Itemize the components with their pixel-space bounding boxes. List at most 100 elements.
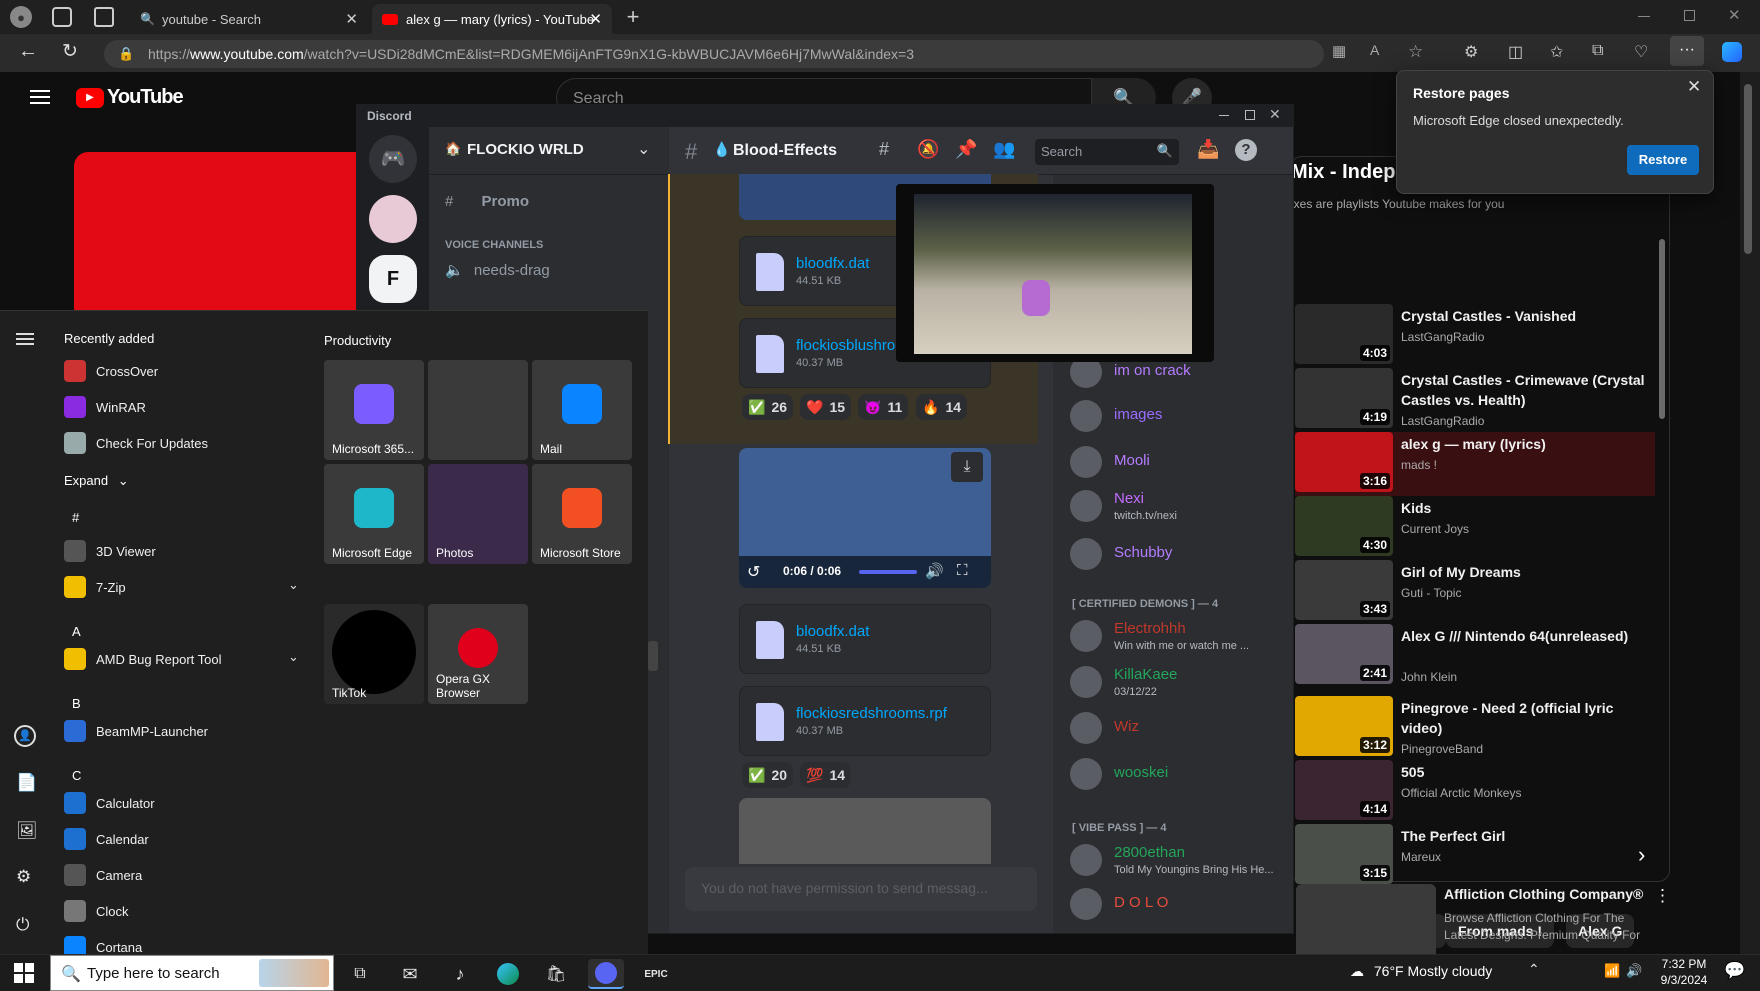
documents-icon[interactable]: 📄 [16, 773, 37, 793]
playlist-item[interactable]: 3:12 Pinegrove - Need 2 (official lyric v… [1295, 696, 1655, 760]
member-row[interactable]: KillaKaee 03/12/22 [1070, 662, 1290, 702]
member-row[interactable]: 2800ethan Told My Youngins Bring His He..… [1070, 840, 1290, 880]
reaction[interactable]: ❤️ 15 [800, 394, 852, 420]
start-tile[interactable]: TikTok [324, 604, 424, 704]
member-row[interactable]: Schubby [1070, 534, 1290, 574]
start-scrollbar[interactable] [648, 641, 658, 671]
member-row[interactable]: Mooli [1070, 442, 1290, 482]
video-thumbnail[interactable]: 4:03 [1295, 304, 1393, 364]
clock-time[interactable]: 7:32 PM [1654, 957, 1714, 971]
app-list-item[interactable]: AMD Bug Report Tool [64, 643, 222, 675]
video-thumbnail[interactable]: 3:12 [1295, 696, 1393, 756]
app-list-item[interactable]: Calculator [64, 787, 155, 819]
tab-youtube-search[interactable]: 🔍 youtube - Search ✕ [128, 4, 368, 34]
video-thumbnail[interactable]: 4:19 [1295, 368, 1393, 428]
video-title[interactable]: Crystal Castles - Crimewave (Crystal Cas… [1401, 370, 1655, 410]
threads-icon[interactable]: # [879, 139, 889, 160]
chevron-down-icon[interactable]: ⌄ [288, 649, 299, 665]
expand-button[interactable]: Expand ⌄ [64, 473, 129, 489]
letter-header[interactable]: A [72, 624, 81, 639]
file-attachment[interactable]: bloodfx.dat 44.51 KB [739, 604, 991, 674]
tray-chevron-icon[interactable]: ⌃ [1528, 961, 1540, 978]
video-title[interactable]: Kids [1401, 498, 1655, 518]
notifications-icon[interactable]: 💬 [1724, 961, 1745, 981]
new-tab-icon[interactable]: + [622, 4, 644, 29]
file-name[interactable]: bloodfx.dat [796, 623, 986, 640]
extensions-icon[interactable]: ⚙ [1464, 42, 1478, 62]
address-bar[interactable]: 🔒 https://www.youtube.com/watch?v=USDi28… [104, 40, 1324, 68]
page-scrollbar[interactable] [1744, 84, 1752, 254]
favorites-icon[interactable]: ✩ [1550, 42, 1563, 62]
reaction[interactable]: 😈 11 [858, 394, 909, 420]
playlist-item[interactable]: 3:43 Girl of My Dreams Guti - Topic [1295, 560, 1655, 624]
close-icon[interactable]: ✕ [1687, 77, 1701, 97]
profile-icon[interactable]: ● [10, 6, 32, 28]
video-attachment[interactable]: ⤓ ↺ 0:06 / 0:06 🔊 ⛶ [739, 448, 991, 588]
reaction[interactable]: ✅ 26 [742, 394, 794, 420]
tiktok-app-icon[interactable]: ♪ [442, 959, 478, 989]
mail-app-icon[interactable]: ✉ [392, 959, 428, 989]
network-icon[interactable]: 📶 [1604, 963, 1620, 979]
chevron-right-icon[interactable]: › [1638, 842, 1645, 868]
video-title[interactable]: alex g — mary (lyrics) [1401, 434, 1655, 454]
start-tile[interactable]: Microsoft Store [532, 464, 632, 564]
video-title[interactable]: Alex G /// Nintendo 64(unreleased) [1401, 626, 1655, 646]
close-window-icon[interactable]: ✕ [1728, 6, 1741, 24]
app-list-item[interactable]: 7-Zip [64, 571, 126, 603]
composer-input[interactable]: You do not have permission to send messa… [701, 880, 988, 896]
inbox-icon[interactable]: 📥 [1197, 139, 1219, 160]
app-available-icon[interactable]: ▦ [1332, 42, 1346, 60]
member-row[interactable]: Electrohhh Win with me or watch me ... [1070, 616, 1290, 656]
minimize-icon[interactable] [1638, 16, 1650, 17]
video-title[interactable]: Crystal Castles - Vanished [1401, 306, 1655, 326]
member-row[interactable]: Wiz [1070, 708, 1290, 748]
copilot-icon[interactable] [1722, 42, 1742, 62]
taskbar-search-box[interactable]: 🔍 Type here to search [50, 955, 334, 991]
maximize-icon[interactable] [1684, 10, 1695, 21]
close-icon[interactable]: ✕ [345, 10, 358, 28]
app-list-item[interactable]: CrossOver [64, 355, 158, 387]
collections-icon[interactable]: ⧉ [1592, 42, 1603, 60]
close-icon[interactable]: ✕ [589, 10, 602, 28]
pip-video-frame[interactable] [914, 194, 1192, 354]
channel-promo[interactable]: # Promo [445, 193, 529, 210]
message-composer[interactable]: You do not have permission to send messa… [685, 867, 1037, 911]
back-icon[interactable]: ← [18, 40, 38, 63]
discord-home-icon[interactable]: 🎮 [369, 135, 417, 183]
read-aloud-icon[interactable]: A [1370, 42, 1379, 58]
windows-start-icon[interactable] [14, 963, 34, 983]
app-list-item[interactable]: Camera [64, 859, 142, 891]
split-screen-icon[interactable]: ◫ [1508, 42, 1523, 62]
tab-youtube-video[interactable]: alex g — mary (lyrics) - YouTube ✕ [372, 4, 612, 34]
weather-widget[interactable]: ☁ 76°F Mostly cloudy [1350, 963, 1492, 980]
settings-icon[interactable]: ⚙ [16, 867, 31, 887]
hamburger-menu-icon[interactable] [16, 333, 34, 345]
start-tile[interactable]: Microsoft Edge [324, 464, 424, 564]
clock-date[interactable]: 9/3/2024 [1654, 973, 1714, 987]
store-app-icon[interactable]: 🛍 [538, 959, 574, 989]
pip-video-overlay[interactable] [896, 184, 1214, 362]
member-row[interactable]: wooskei [1070, 754, 1290, 794]
app-list-item[interactable]: BeamMP-Launcher [64, 715, 208, 747]
pictures-icon[interactable]: 🖼 [16, 821, 38, 841]
playlist-item[interactable]: 4:03 Crystal Castles - Vanished LastGangRa… [1295, 304, 1655, 368]
hamburger-menu-icon[interactable] [30, 90, 50, 104]
app-list-item[interactable]: Check For Updates [64, 427, 208, 459]
power-icon[interactable]: ⏻ [16, 915, 29, 935]
restore-button[interactable]: Restore [1627, 145, 1699, 175]
start-tile[interactable]: Microsoft 365... [324, 360, 424, 460]
playlist-item[interactable]: 2:41 Alex G /// Nintendo 64(unreleased) Jo… [1295, 624, 1655, 688]
search-input[interactable]: Search [1041, 144, 1082, 159]
member-row[interactable]: images [1070, 396, 1290, 436]
workspaces-icon[interactable] [52, 7, 72, 27]
letter-header[interactable]: B [72, 696, 81, 711]
discord-app-icon[interactable] [588, 959, 624, 989]
file-name[interactable]: flockiosredshrooms.rpf [796, 705, 986, 722]
reaction[interactable]: ✅ 20 [742, 762, 794, 788]
file-attachment[interactable]: flockiosredshrooms.rpf 40.37 MB [739, 686, 991, 756]
video-thumbnail[interactable]: 4:14 [1295, 760, 1393, 820]
video-title[interactable]: Girl of My Dreams [1401, 562, 1655, 582]
app-list-item[interactable]: WinRAR [64, 391, 146, 423]
edge-app-icon[interactable] [490, 959, 526, 989]
app-list-item[interactable]: Calendar [64, 823, 149, 855]
